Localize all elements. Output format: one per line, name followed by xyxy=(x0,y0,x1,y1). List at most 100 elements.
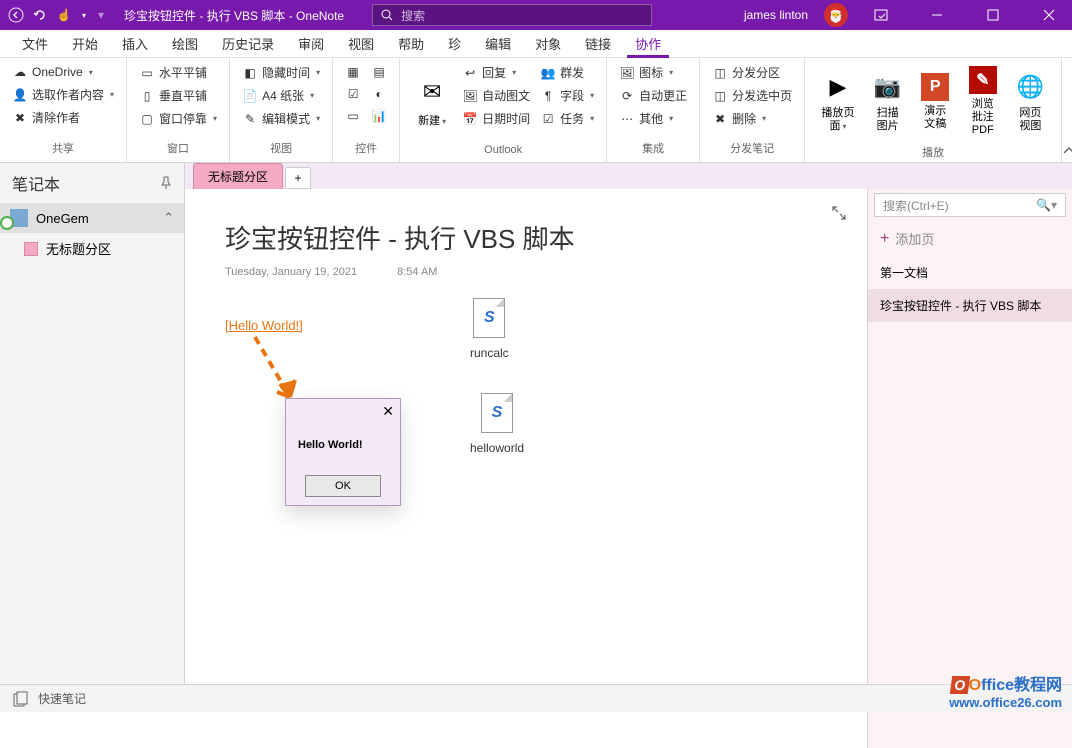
ribbon-group: 🖼图标▾⟳自动更正⋯其他▾ 集成 xyxy=(607,58,700,162)
ribbon-group: ▦☑▭ ▤◐📊 控件 xyxy=(333,58,400,162)
ribbon-button[interactable]: 👤选取作者内容▾ xyxy=(8,84,118,105)
ribbon-button[interactable]: ◫分发选中页 xyxy=(708,85,796,106)
user-name[interactable]: james linton xyxy=(744,8,808,22)
notes-icon[interactable] xyxy=(12,691,30,707)
tab-8[interactable]: 珍 xyxy=(436,30,473,57)
ribbon-large-button[interactable]: 🌐网页视图 xyxy=(1008,62,1054,142)
ribbon-button[interactable]: ▢窗口停靠▾ xyxy=(135,108,221,129)
close-icon[interactable] xyxy=(1026,0,1072,30)
ribbon-button[interactable]: ☑任务▾ xyxy=(536,108,598,129)
msgbox-footer: OK xyxy=(286,467,400,505)
ribbon-collapse-icon[interactable] xyxy=(1062,58,1072,162)
section-item[interactable]: 无标题分区 xyxy=(0,233,184,264)
ribbon-button[interactable]: ✖删除▾ xyxy=(708,108,796,129)
ribbon-button[interactable]: 📄A4 纸张▾ xyxy=(238,85,324,106)
add-section-button[interactable]: + xyxy=(285,167,311,189)
tab-1[interactable]: 开始 xyxy=(60,30,110,57)
file-runcalc[interactable]: S runcalc xyxy=(470,298,509,360)
ok-button[interactable]: OK xyxy=(305,475,381,497)
file-helloworld[interactable]: S helloworld xyxy=(470,393,524,455)
add-page-button[interactable]: + 添加页 xyxy=(868,221,1072,256)
ribbon-button[interactable]: ↩回复▾ xyxy=(458,62,534,83)
notebook-item[interactable]: OneGem ⌃ xyxy=(0,203,184,233)
ribbon-group-label: 视图 xyxy=(238,138,324,158)
titlebar-right: james linton 🎅 xyxy=(744,0,1072,30)
ribbon-control[interactable]: ☑ xyxy=(341,84,365,104)
window-title: 珍宝按钮控件 - 执行 VBS 脚本 - OneNote xyxy=(124,7,344,24)
sync-icon xyxy=(0,216,14,230)
ribbon-control[interactable]: ▤ xyxy=(367,62,391,82)
ribbon-group-label: 控件 xyxy=(341,138,391,158)
maximize-icon[interactable] xyxy=(970,0,1016,30)
tab-2[interactable]: 插入 xyxy=(110,30,160,57)
statusbar-text[interactable]: 快速笔记 xyxy=(38,690,86,707)
ribbon-button[interactable]: ▯垂直平铺 xyxy=(135,85,221,106)
main: 笔记本 OneGem ⌃ 无标题分区 无标题分区 + xyxy=(0,163,1072,684)
ribbon-button[interactable]: 👥群发 xyxy=(536,62,598,83)
ribbon-button[interactable]: ¶字段▾ xyxy=(536,85,598,106)
ribbon-button[interactable]: ◧隐藏时间▾ xyxy=(238,62,324,83)
ribbon-large-button[interactable]: 📷扫描图片 xyxy=(865,62,911,142)
section-name: 无标题分区 xyxy=(46,239,111,258)
page-title: 珍宝按钮控件 - 执行 VBS 脚本 xyxy=(225,219,827,256)
tab-12[interactable]: 协作 xyxy=(623,30,673,57)
search-box[interactable]: 搜索 xyxy=(372,4,652,26)
tab-0[interactable]: 文件 xyxy=(10,30,60,57)
close-icon[interactable]: ✕ xyxy=(382,403,394,415)
pin-icon[interactable] xyxy=(160,176,172,190)
ribbon-button[interactable]: 🖼图标▾ xyxy=(615,62,691,83)
ribbon-button[interactable]: ✎编辑模式▾ xyxy=(238,108,324,129)
ribbon-button[interactable]: ▭水平平铺 xyxy=(135,62,221,83)
minimize-icon[interactable] xyxy=(914,0,960,30)
tab-7[interactable]: 帮助 xyxy=(386,30,436,57)
ribbon-control[interactable]: ▦ xyxy=(341,62,365,82)
ribbon-large-button[interactable]: ✎浏览批注PDF xyxy=(960,62,1006,142)
ribbon-group-label: 窗口 xyxy=(135,138,221,158)
expand-icon[interactable] xyxy=(831,205,847,221)
ribbon: ☁OneDrive▾👤选取作者内容▾✖清除作者共享▭水平平铺▯垂直平铺▢窗口停靠… xyxy=(0,58,1072,163)
ribbon-button[interactable]: 🖼自动图文 xyxy=(458,85,534,106)
undo-icon[interactable] xyxy=(32,7,48,23)
content: 无标题分区 + 珍宝按钮控件 - 执行 VBS 脚本 Tuesday, Janu… xyxy=(185,163,1072,684)
ribbon-group-label: 集成 xyxy=(615,138,691,158)
pages-search-input[interactable]: 搜索(Ctrl+E) 🔍▾ xyxy=(874,193,1066,217)
tab-5[interactable]: 审阅 xyxy=(286,30,336,57)
titlebar: ☝ ▾ ▾ 珍宝按钮控件 - 执行 VBS 脚本 - OneNote 搜索 ja… xyxy=(0,0,1072,30)
back-icon[interactable] xyxy=(8,7,24,23)
ribbon-button[interactable]: 📅日期时间 xyxy=(458,108,534,129)
ribbon-button[interactable]: ✖清除作者 xyxy=(8,107,118,128)
ribbon-button[interactable]: ◫分发分区 xyxy=(708,62,796,83)
canvas[interactable]: 珍宝按钮控件 - 执行 VBS 脚本 Tuesday, January 19, … xyxy=(185,189,867,748)
tab-11[interactable]: 链接 xyxy=(573,30,623,57)
ribbon-button[interactable]: ⋯其他▾ xyxy=(615,108,691,129)
ribbon-group-label: Outlook xyxy=(408,142,598,158)
page-entry-active[interactable]: 珍宝按钮控件 - 执行 VBS 脚本 xyxy=(868,289,1072,322)
ribbon-group: ▭水平平铺▯垂直平铺▢窗口停靠▾ 窗口 xyxy=(127,58,230,162)
ribbon-large-button[interactable]: P演示文稿 xyxy=(912,62,958,142)
ribbon-button[interactable]: ☁OneDrive▾ xyxy=(8,62,118,82)
ribbon-control[interactable]: ◐ xyxy=(367,84,391,104)
touch-icon[interactable]: ☝ xyxy=(56,7,72,23)
page-entry[interactable]: 第一文档 xyxy=(868,256,1072,289)
section-tab[interactable]: 无标题分区 xyxy=(193,163,283,189)
ribbon-control[interactable]: ▭ xyxy=(341,106,365,126)
section-icon xyxy=(24,242,38,256)
tab-9[interactable]: 编辑 xyxy=(473,30,523,57)
tab-10[interactable]: 对象 xyxy=(523,30,573,57)
sidebar-title: 笔记本 xyxy=(12,171,60,195)
ribbon-display-icon[interactable] xyxy=(858,0,904,30)
avatar[interactable]: 🎅 xyxy=(824,3,848,27)
ribbon-group: ✉新建▾↩回复▾🖼自动图文📅日期时间 👥群发¶字段▾☑任务▾ Outlook xyxy=(400,58,607,162)
tab-3[interactable]: 绘图 xyxy=(160,30,210,57)
search-icon xyxy=(381,9,393,21)
ribbon-large-button[interactable]: ▶播放页面▾ xyxy=(813,62,863,142)
ribbon-large-button[interactable]: ✉新建▾ xyxy=(408,62,456,142)
ribbon-control[interactable]: 📊 xyxy=(367,106,391,126)
ribbon-button[interactable]: ⟳自动更正 xyxy=(615,85,691,106)
page-area: 珍宝按钮控件 - 执行 VBS 脚本 Tuesday, January 19, … xyxy=(185,189,1072,748)
vbs-file-icon: S xyxy=(481,393,513,433)
tab-6[interactable]: 视图 xyxy=(336,30,386,57)
plus-icon: + xyxy=(880,230,889,248)
tab-4[interactable]: 历史记录 xyxy=(210,30,286,57)
hello-world-link[interactable]: [Hello World!] xyxy=(225,318,303,333)
